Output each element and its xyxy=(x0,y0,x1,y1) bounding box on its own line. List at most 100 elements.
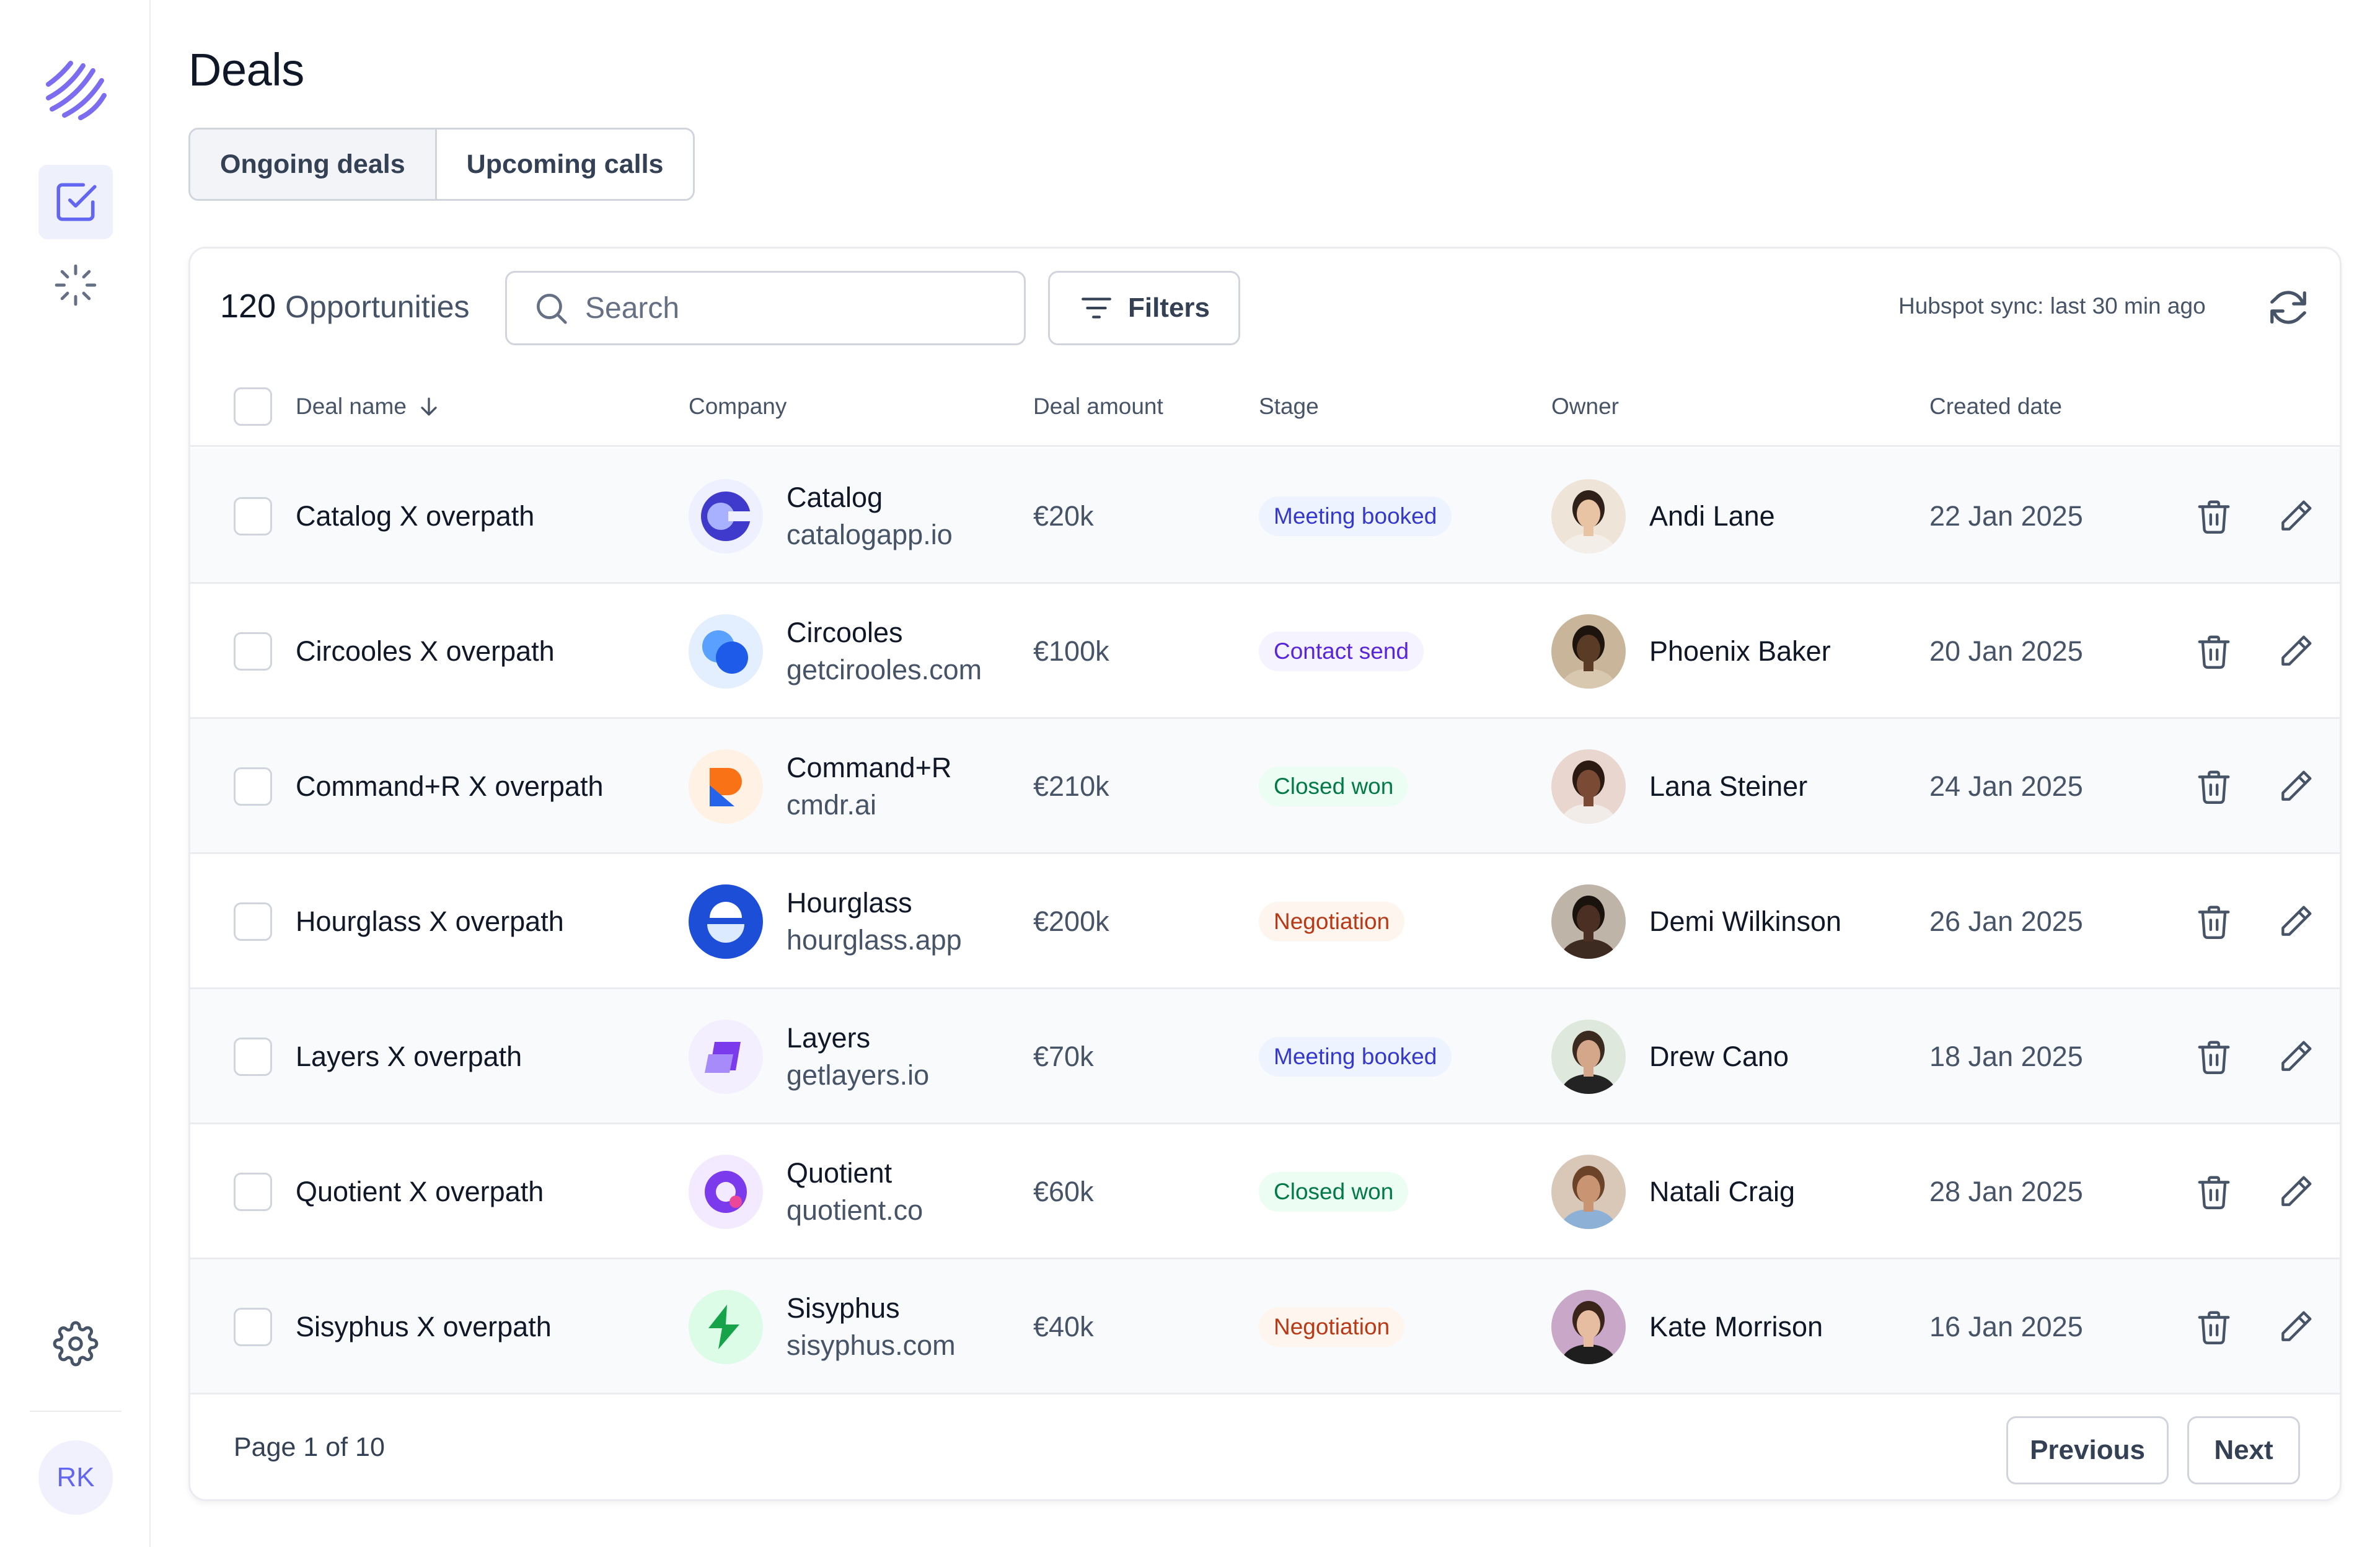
company-logo-icon xyxy=(689,479,763,553)
edit-button[interactable] xyxy=(2274,900,2317,943)
created-date: 16 Jan 2025 xyxy=(1929,1311,2083,1342)
company-domain: hourglass.app xyxy=(787,924,962,956)
column-created-date: Created date xyxy=(1929,394,2062,419)
opportunity-count-number: 120 xyxy=(220,288,276,325)
table-row[interactable]: Quotient X overpath Quotient quotient.co €6… xyxy=(190,1124,2340,1259)
user-avatar[interactable]: RK xyxy=(38,1440,113,1515)
deal-amount: €40k xyxy=(1033,1311,1094,1342)
search-input[interactable] xyxy=(585,291,982,325)
column-company: Company xyxy=(689,394,787,419)
row-checkbox[interactable] xyxy=(234,497,272,536)
tab-ongoing-deals[interactable]: Ongoing deals xyxy=(190,130,437,199)
company-domain: quotient.co xyxy=(787,1194,923,1226)
owner-name: Phoenix Baker xyxy=(1649,635,1831,667)
owner-name: Demi Wilkinson xyxy=(1649,906,1842,937)
table-row[interactable]: Command+R X overpath Command+R cmdr.ai €210… xyxy=(190,719,2340,854)
created-date: 22 Jan 2025 xyxy=(1929,500,2083,532)
previous-button[interactable]: Previous xyxy=(2006,1416,2169,1484)
edit-button[interactable] xyxy=(2274,1035,2317,1078)
delete-button[interactable] xyxy=(2192,630,2236,673)
company-domain: getlayers.io xyxy=(787,1059,930,1091)
table-row[interactable]: Layers X overpath Layers getlayers.io €70k M… xyxy=(190,989,2340,1124)
select-all-checkbox[interactable] xyxy=(234,387,272,426)
trash-icon xyxy=(2195,767,2233,806)
deal-name[interactable]: Circooles X overpath xyxy=(296,635,555,668)
deal-amount: €200k xyxy=(1033,906,1109,937)
column-owner: Owner xyxy=(1551,394,1619,419)
pencil-icon xyxy=(2276,902,2315,941)
delete-button[interactable] xyxy=(2192,1035,2236,1078)
nav-activity-button[interactable] xyxy=(38,248,113,322)
page-title: Deals xyxy=(188,44,304,95)
edit-button[interactable] xyxy=(2274,1305,2317,1349)
company-domain: getcirooles.com xyxy=(787,654,982,685)
delete-button[interactable] xyxy=(2192,1305,2236,1349)
deal-name[interactable]: Layers X overpath xyxy=(296,1041,522,1073)
owner-name: Kate Morrison xyxy=(1649,1311,1823,1342)
created-date: 28 Jan 2025 xyxy=(1929,1176,2083,1207)
row-checkbox[interactable] xyxy=(234,1308,272,1346)
arrow-down-icon xyxy=(421,397,437,416)
company-logo-icon xyxy=(689,884,763,959)
tab-group: Ongoing deals Upcoming calls xyxy=(188,128,695,201)
row-checkbox[interactable] xyxy=(234,767,272,806)
owner-avatar xyxy=(1551,614,1626,689)
sync-status: Hubspot sync: last 30 min ago xyxy=(1898,293,2206,319)
edit-button[interactable] xyxy=(2274,630,2317,673)
page-indicator: Page 1 of 10 xyxy=(234,1432,385,1462)
deal-amount: €100k xyxy=(1033,635,1109,667)
row-checkbox[interactable] xyxy=(234,902,272,941)
edit-button[interactable] xyxy=(2274,765,2317,808)
created-date: 24 Jan 2025 xyxy=(1929,770,2083,802)
deal-name[interactable]: Catalog X overpath xyxy=(296,500,534,532)
edit-button[interactable] xyxy=(2274,495,2317,538)
row-checkbox[interactable] xyxy=(234,1038,272,1076)
deals-card: 120 Opportunities Filters Hubspot sync: … xyxy=(188,247,2342,1501)
edit-button[interactable] xyxy=(2274,1170,2317,1214)
table-row[interactable]: Catalog X overpath Catalog catalogapp.io €2… xyxy=(190,449,2340,584)
created-date: 20 Jan 2025 xyxy=(1929,635,2083,667)
nav-deals-button[interactable] xyxy=(38,165,113,239)
owner-name: Drew Cano xyxy=(1649,1041,1789,1072)
created-date: 26 Jan 2025 xyxy=(1929,906,2083,937)
delete-button[interactable] xyxy=(2192,900,2236,943)
company-name: Command+R xyxy=(787,752,952,783)
table-row[interactable]: Sisyphus X overpath Sisyphus sisyphus.com €… xyxy=(190,1259,2340,1395)
column-deal-name[interactable]: Deal name xyxy=(296,366,443,447)
owner-name: Lana Steiner xyxy=(1649,770,1808,802)
delete-button[interactable] xyxy=(2192,495,2236,538)
deal-name[interactable]: Quotient X overpath xyxy=(296,1176,544,1208)
sidebar: RK xyxy=(0,0,151,1547)
checkbox-icon xyxy=(56,183,97,221)
next-button[interactable]: Next xyxy=(2187,1416,2300,1484)
table-row[interactable]: Circooles X overpath Circooles getcirooles… xyxy=(190,584,2340,719)
deal-name[interactable]: Hourglass X overpath xyxy=(296,906,564,938)
trash-icon xyxy=(2195,1173,2233,1211)
stage-badge: Closed won xyxy=(1259,1172,1409,1212)
table-toolbar: 120 Opportunities Filters Hubspot sync: … xyxy=(190,249,2340,366)
stage-badge: Meeting booked xyxy=(1259,1037,1452,1077)
row-checkbox[interactable] xyxy=(234,1173,272,1211)
search-box[interactable] xyxy=(505,271,1026,345)
tab-upcoming-calls[interactable]: Upcoming calls xyxy=(436,130,694,199)
filters-button[interactable]: Filters xyxy=(1048,271,1240,345)
opportunity-count: 120 Opportunities xyxy=(220,287,470,325)
company-domain: sisyphus.com xyxy=(787,1329,956,1361)
table-footer: Page 1 of 10 Previous Next xyxy=(190,1395,2340,1499)
column-deal-name-label: Deal name xyxy=(296,394,407,419)
overpath-logo-icon[interactable] xyxy=(42,57,109,124)
column-deal-amount: Deal amount xyxy=(1033,394,1163,419)
delete-button[interactable] xyxy=(2192,1170,2236,1214)
sync-button[interactable] xyxy=(2260,280,2316,335)
table-row[interactable]: Hourglass X overpath Hourglass hourglass.a… xyxy=(190,854,2340,989)
stage-badge: Negotiation xyxy=(1259,902,1405,941)
deal-name[interactable]: Command+R X overpath xyxy=(296,770,604,803)
deal-amount: €20k xyxy=(1033,500,1094,532)
deal-amount: €60k xyxy=(1033,1176,1094,1207)
company-name: Sisyphus xyxy=(787,1292,900,1324)
delete-button[interactable] xyxy=(2192,765,2236,808)
refresh-icon xyxy=(2270,291,2306,324)
settings-button[interactable] xyxy=(38,1307,113,1381)
deal-name[interactable]: Sisyphus X overpath xyxy=(296,1311,552,1343)
row-checkbox[interactable] xyxy=(234,632,272,671)
